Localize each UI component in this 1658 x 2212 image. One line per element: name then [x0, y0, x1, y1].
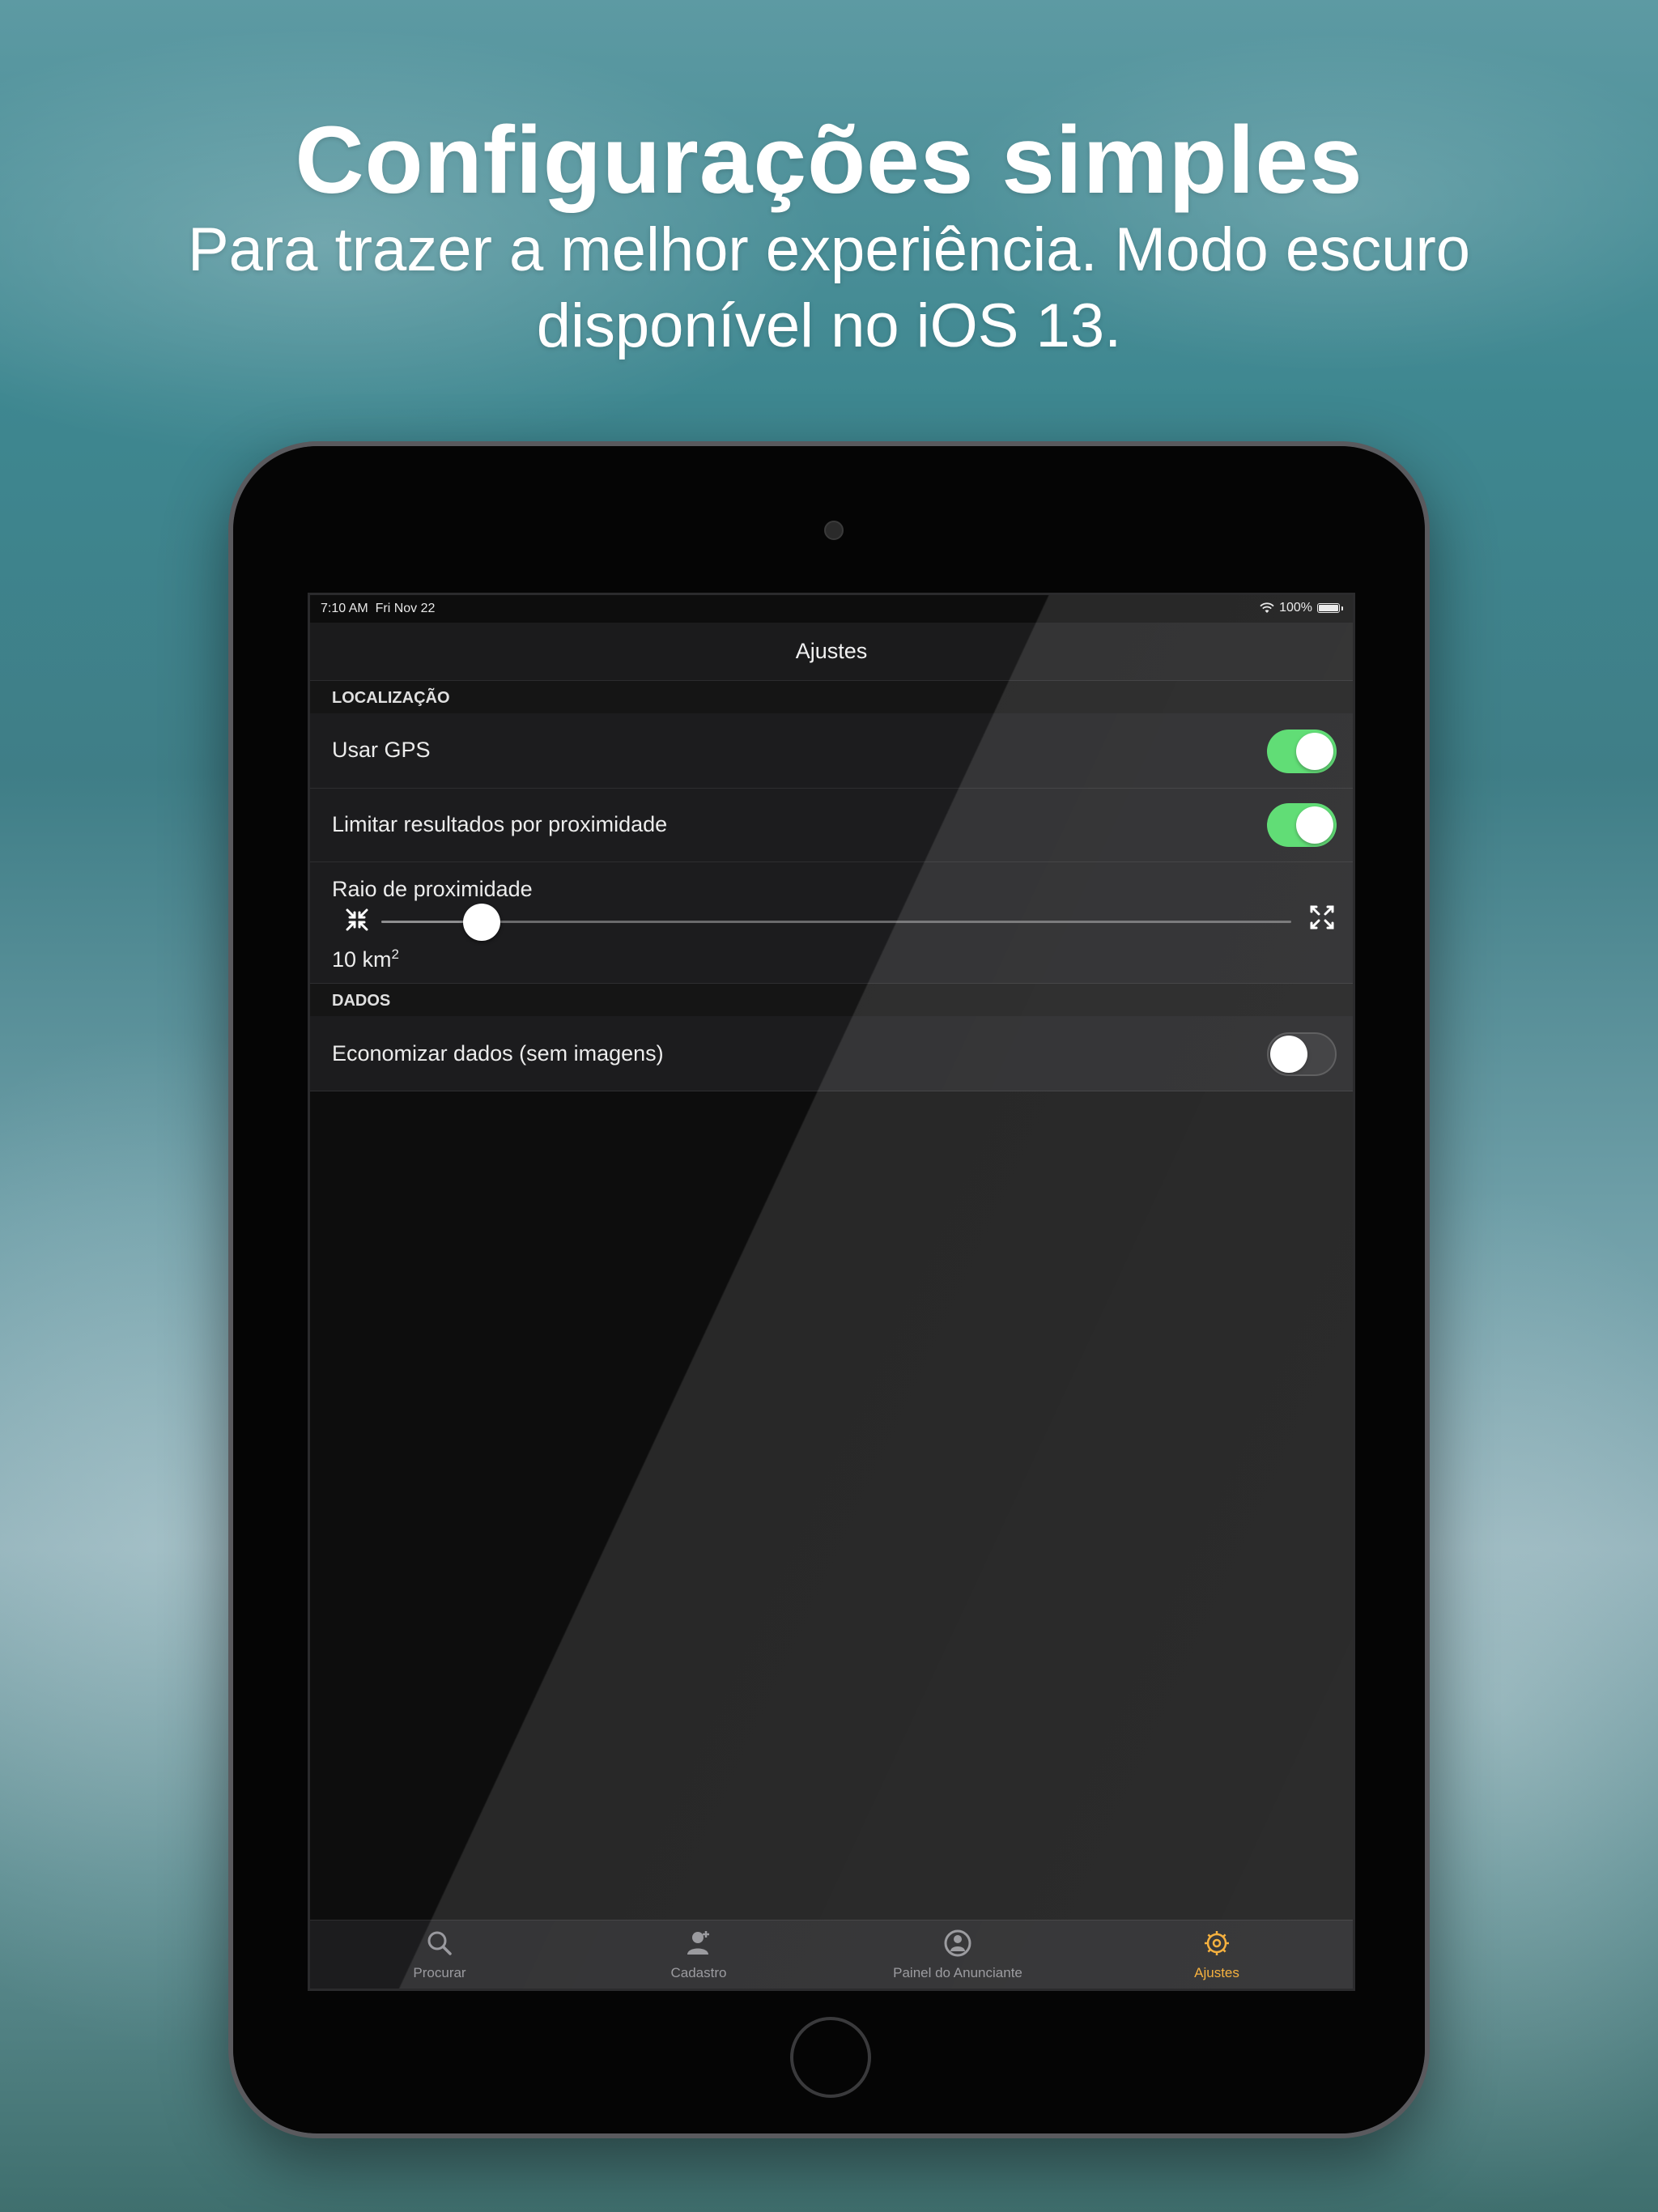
proximity-slider-track[interactable]: [381, 904, 1291, 941]
tab-painel-do-anunciante[interactable]: Painel do Anunciante: [828, 1921, 1087, 1989]
setting-row-proximity-radius: Raio de proximidade 10 km2: [310, 862, 1353, 984]
status-bar: 7:10 AM Fri Nov 22 100%: [310, 595, 1353, 623]
save-data-label: Economizar dados (sem imagens): [332, 1041, 664, 1066]
tab-label: Cadastro: [670, 1965, 727, 1980]
status-date: Fri Nov 22: [375, 602, 436, 615]
tab-label: Procurar: [413, 1965, 466, 1980]
wifi-icon: [1260, 602, 1274, 613]
setting-row-limit-results[interactable]: Limitar resultados por proximidade: [310, 789, 1353, 862]
promo-headline: Configurações simples: [295, 107, 1363, 214]
home-button[interactable]: [790, 2017, 871, 2098]
section-header-data: DADOS: [310, 984, 1353, 1016]
proximity-slider-thumb[interactable]: [462, 904, 500, 941]
tab-label: Painel do Anunciante: [893, 1965, 1022, 1980]
page-title: Ajustes: [795, 639, 868, 663]
tab-ajustes[interactable]: Ajustes: [1087, 1921, 1346, 1989]
toggle-knob: [1296, 733, 1333, 770]
tab-procurar[interactable]: Procurar: [310, 1921, 569, 1989]
promo-subline: Para trazer a melhor experiência. Modo e…: [187, 215, 1471, 360]
radius-value-text: 10 km: [332, 947, 392, 972]
proximity-radius-label: Raio de proximidade: [332, 877, 533, 901]
front-camera: [824, 521, 844, 540]
navigation-bar: Ajustes: [310, 623, 1353, 681]
proximity-radius-value: 10 km2: [332, 946, 399, 972]
expand-arrows-icon[interactable]: [1309, 904, 1335, 930]
use-gps-label: Usar GPS: [332, 738, 431, 762]
use-gps-toggle[interactable]: [1267, 730, 1337, 773]
battery-percentage: 100%: [1279, 601, 1312, 615]
status-time-date: 7:10 AM Fri Nov 22: [321, 602, 435, 616]
battery-tip: [1341, 606, 1343, 610]
search-icon: [427, 1931, 452, 1955]
advertiser-panel-icon: [944, 1929, 971, 1957]
ipad-device-frame: 7:10 AM Fri Nov 22 100% Ajustes LOCALIZA…: [228, 441, 1430, 2138]
setting-row-use-gps[interactable]: Usar GPS: [310, 713, 1353, 789]
tab-bar: Procurar Cadastro Painel do Anunciante A…: [310, 1920, 1353, 1989]
limit-results-toggle[interactable]: [1267, 803, 1337, 847]
radius-unit-power: 2: [391, 946, 399, 962]
section-header-location: LOCALIZAÇÃO: [310, 681, 1353, 713]
tab-cadastro[interactable]: Cadastro: [569, 1921, 828, 1989]
toggle-knob: [1296, 806, 1333, 844]
tab-label: Ajustes: [1194, 1965, 1239, 1980]
save-data-toggle[interactable]: [1267, 1032, 1337, 1076]
gear-icon: [1205, 1931, 1229, 1955]
toggle-knob: [1270, 1036, 1307, 1073]
status-time: 7:10 AM: [321, 602, 368, 615]
battery-icon: [1317, 603, 1340, 613]
limit-results-label: Limitar resultados por proximidade: [332, 812, 668, 836]
collapse-arrows-icon[interactable]: [344, 907, 370, 933]
status-indicators: 100%: [1260, 601, 1343, 615]
device-screen: 7:10 AM Fri Nov 22 100% Ajustes LOCALIZA…: [308, 593, 1355, 1991]
setting-row-save-data[interactable]: Economizar dados (sem imagens): [310, 1016, 1353, 1091]
person-add-icon: [687, 1931, 709, 1955]
